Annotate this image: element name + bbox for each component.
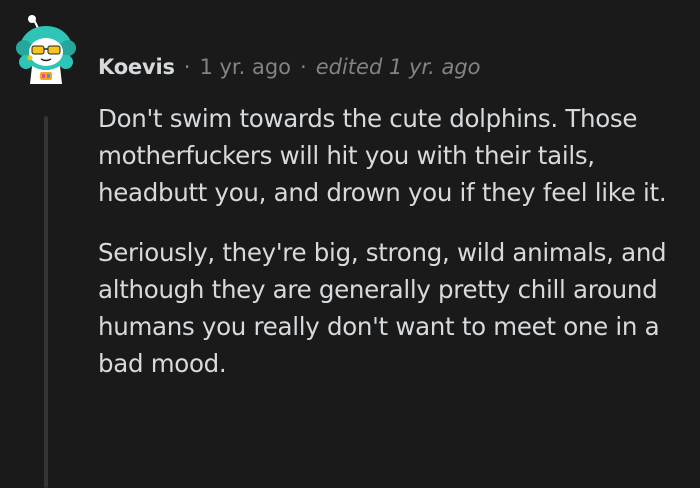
comment-header: Koevis · 1 yr. ago · edited 1 yr. ago [98, 50, 481, 84]
separator-dot: · [183, 55, 191, 79]
user-avatar-icon[interactable] [12, 14, 80, 86]
comment-body: Don't swim towards the cute dolphins. Th… [98, 100, 694, 405]
comment: Koevis · 1 yr. ago · edited 1 yr. ago Do… [0, 0, 700, 488]
thread-line[interactable] [44, 116, 48, 488]
separator-dot: · [300, 55, 307, 79]
author-link[interactable]: Koevis [98, 55, 175, 79]
timestamp[interactable]: 1 yr. ago [199, 55, 291, 79]
comment-paragraph: Seriously, they're big, strong, wild ani… [98, 238, 667, 378]
edited-label: edited 1 yr. ago [315, 55, 481, 79]
comment-paragraph: Don't swim towards the cute dolphins. Th… [98, 104, 667, 207]
